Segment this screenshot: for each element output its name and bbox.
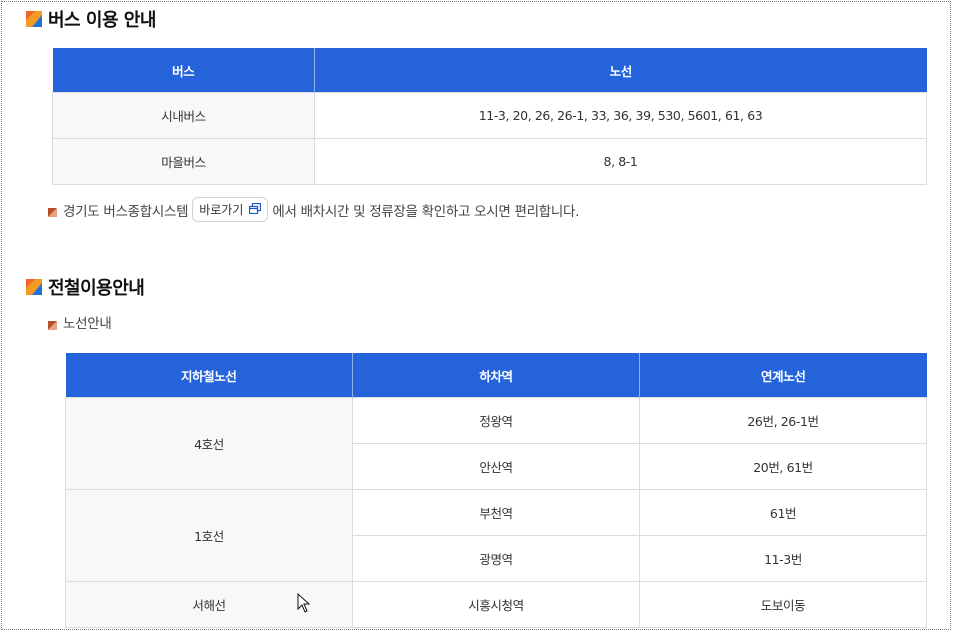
station-cell: 부천역 <box>352 489 640 536</box>
table-header-row: 버스 노선 <box>52 48 927 93</box>
bus-section-title: 버스 이용 안내 <box>26 6 156 32</box>
table-row: 마을버스 8, 8-1 <box>52 138 927 185</box>
subway-line-cell: 4호선 <box>65 397 353 490</box>
table-row: 1호선 부천역 61번 <box>65 489 927 582</box>
station-cell: 광명역 <box>352 535 640 582</box>
bus-route-table: 버스 노선 시내버스 11-3, 20, 26, 26-1, 33, 36, 3… <box>52 48 927 185</box>
bus-system-link-button[interactable]: 바로가기 <box>192 197 269 222</box>
bus-type-cell: 시내버스 <box>52 92 315 139</box>
bullet-icon <box>48 318 57 330</box>
section-flag-icon <box>26 279 42 295</box>
bullet-icon <box>48 205 57 217</box>
table-row: 시내버스 11-3, 20, 26, 26-1, 33, 36, 39, 530… <box>52 92 927 139</box>
column-header: 하차역 <box>352 353 640 398</box>
station-cell: 안산역 <box>352 443 640 490</box>
connection-cell: 도보이동 <box>639 581 927 628</box>
column-header: 연계노선 <box>639 353 927 398</box>
station-cell: 시흥시청역 <box>352 581 640 628</box>
mouse-pointer-icon <box>297 592 311 617</box>
column-header: 버스 <box>52 48 315 93</box>
external-window-icon <box>243 202 262 217</box>
bus-type-cell: 마을버스 <box>52 138 315 185</box>
table-row: 4호선 정왕역 26번, 26-1번 <box>65 397 927 490</box>
subway-route-table: 지하철노선 하차역 연계노선 4호선 정왕역 26번, 26-1번 안산역 20… <box>65 353 927 628</box>
subway-subtitle: 노선안내 <box>48 312 112 332</box>
connection-cell: 20번, 61번 <box>639 443 927 490</box>
bus-system-note: 경기도 버스종합시스템 바로가기 에서 배차시간 및 정류장을 확인하고 오시면… <box>48 197 579 222</box>
station-cell: 정왕역 <box>352 397 640 444</box>
table-header-row: 지하철노선 하차역 연계노선 <box>65 353 927 398</box>
section-flag-icon <box>26 11 42 27</box>
subway-section-title: 전철이용안내 <box>26 274 145 300</box>
connection-cell: 61번 <box>639 489 927 536</box>
table-row: 서해선 시흥시청역 도보이동 <box>65 581 927 628</box>
subway-line-cell: 1호선 <box>65 489 353 582</box>
connection-cell: 26번, 26-1번 <box>639 397 927 444</box>
column-header: 노선 <box>314 48 927 93</box>
connection-cell: 11-3번 <box>639 535 927 582</box>
bus-routes-cell: 11-3, 20, 26, 26-1, 33, 36, 39, 530, 560… <box>314 92 927 139</box>
column-header: 지하철노선 <box>65 353 353 398</box>
bus-routes-cell: 8, 8-1 <box>314 138 927 185</box>
